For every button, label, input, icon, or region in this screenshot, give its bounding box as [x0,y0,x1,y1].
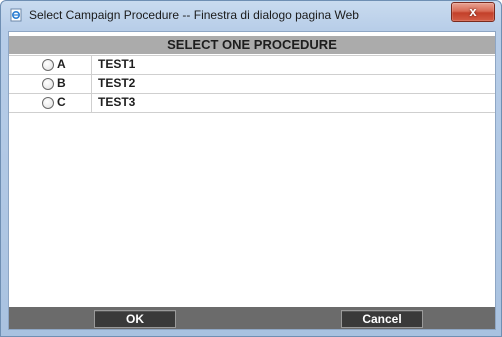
option-label: A [57,57,66,71]
radio-button-b[interactable] [42,78,54,90]
window-title: Select Campaign Procedure -- Finestra di… [29,8,359,22]
cancel-button[interactable]: Cancel [341,310,423,328]
procedure-name: TEST2 [98,76,136,90]
dialog-window: Select Campaign Procedure -- Finestra di… [0,0,502,337]
close-icon: x [469,4,477,19]
radio-button-a[interactable] [42,59,54,71]
procedure-row-c[interactable]: C TEST3 [9,94,495,113]
title-bar[interactable]: Select Campaign Procedure -- Finestra di… [1,1,501,31]
close-button[interactable]: x [451,2,495,22]
procedure-name: TEST1 [98,57,136,71]
procedure-row-b[interactable]: B TEST2 [9,75,495,94]
dialog-content: SELECT ONE PROCEDURE A TEST1 B TEST2 C T… [8,31,496,330]
ok-button[interactable]: OK [94,310,176,328]
option-cell: C [9,94,92,112]
button-bar: OK Cancel [9,307,495,329]
option-cell: A [9,56,92,74]
procedure-row-a[interactable]: A TEST1 [9,55,495,75]
option-label: C [57,95,66,109]
radio-button-c[interactable] [42,97,54,109]
option-label: B [57,76,66,90]
procedure-list: A TEST1 B TEST2 C TEST3 [9,55,495,113]
page-title: SELECT ONE PROCEDURE [9,36,495,54]
option-cell: B [9,75,92,93]
ie-page-icon [9,8,23,22]
procedure-name: TEST3 [98,95,136,109]
